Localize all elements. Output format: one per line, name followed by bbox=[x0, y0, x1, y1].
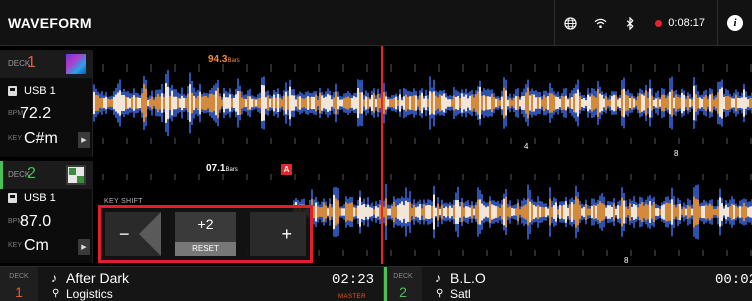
record-time: 0:08:17 bbox=[668, 17, 705, 29]
artist-icon: ⚲ bbox=[436, 288, 444, 299]
key-expand-button[interactable]: ▶ bbox=[78, 132, 90, 148]
key-expand-button[interactable]: ▶ bbox=[78, 239, 90, 255]
key-label: KEY bbox=[8, 242, 23, 249]
deck-2-header: DECK 2 bbox=[0, 161, 93, 189]
deck-2-bar-position: 07.1Bars bbox=[206, 163, 238, 174]
beat-number: 8 bbox=[624, 256, 629, 265]
globe-icon[interactable] bbox=[555, 0, 585, 46]
record-icon bbox=[655, 19, 663, 27]
album-art bbox=[66, 54, 86, 74]
key-shift-panel: − +2 RESET + bbox=[98, 205, 313, 263]
source-label: USB 1 bbox=[24, 192, 56, 204]
source-label: USB 1 bbox=[24, 85, 56, 97]
deck-2-panel[interactable]: DECK 2 USB 1 BPM 87.0 KEY Cm ▶ bbox=[0, 161, 93, 263]
master-badge: MASTER bbox=[337, 294, 366, 300]
beat-number: 4 bbox=[524, 142, 529, 151]
deck-tag: DECK 2 bbox=[384, 267, 422, 301]
key-value: Cm bbox=[24, 237, 49, 254]
album-art bbox=[66, 165, 86, 185]
active-indicator bbox=[0, 161, 3, 189]
arrow-right-icon: ▶ bbox=[81, 137, 87, 144]
wifi-icon bbox=[585, 0, 615, 46]
deck-1-bar-position: 94.3Bars bbox=[208, 54, 240, 65]
artist-icon: ⚲ bbox=[52, 288, 60, 299]
key-shift-label: KEY SHIFT bbox=[104, 198, 143, 205]
deck-2-now-playing[interactable]: DECK 2 ♪ B.L.O ⚲ Satl 00:02 bbox=[383, 267, 752, 301]
beat-number: 8 bbox=[674, 149, 679, 158]
track-time: 00:02 bbox=[714, 272, 752, 288]
status-area: 0:08:17 i bbox=[554, 0, 752, 46]
info-button[interactable]: i bbox=[718, 0, 752, 46]
track-title: After Dark bbox=[66, 270, 130, 286]
track-artist: Logistics bbox=[66, 287, 113, 301]
deck-1-panel[interactable]: DECK 1 USB 1 BPM 72.2 KEY C#m ▶ bbox=[0, 50, 93, 157]
arrow-left-icon bbox=[139, 212, 161, 256]
track-artist: Satl bbox=[450, 287, 471, 301]
music-note-icon: ♪ bbox=[51, 271, 57, 285]
deck-1-now-playing[interactable]: DECK 1 ♪ After Dark ⚲ Logistics 02:23 MA… bbox=[0, 267, 380, 301]
bpm-value: 72.2 bbox=[20, 105, 52, 122]
key-label: KEY bbox=[8, 135, 23, 142]
usb-icon bbox=[8, 193, 17, 203]
key-value: C#m bbox=[24, 130, 58, 147]
music-note-icon: ♪ bbox=[435, 271, 441, 285]
deck-tag: DECK 1 bbox=[0, 267, 38, 301]
source-row: USB 1 bbox=[8, 192, 56, 204]
arrow-right-icon: ▶ bbox=[81, 244, 87, 251]
key-shift-up-button[interactable]: + bbox=[250, 212, 306, 256]
key-shift-value-box: +2 RESET bbox=[175, 212, 236, 256]
usb-icon bbox=[8, 86, 17, 96]
deck-1-header: DECK 1 bbox=[0, 50, 93, 78]
bluetooth-icon bbox=[615, 0, 645, 46]
bpm-value: 87.0 bbox=[20, 213, 52, 230]
track-time: 02:23 bbox=[331, 272, 374, 288]
key-shift-reset-button[interactable]: RESET bbox=[175, 242, 236, 256]
now-playing-bar: DECK 1 ♪ After Dark ⚲ Logistics 02:23 MA… bbox=[0, 266, 752, 301]
screen-title: WAVEFORM bbox=[8, 15, 92, 31]
info-icon: i bbox=[727, 15, 743, 31]
top-bar: WAVEFORM 0:08:17 i bbox=[0, 0, 752, 46]
deck-number: 1 bbox=[27, 54, 36, 71]
key-shift-value: +2 bbox=[197, 216, 214, 232]
track-title: B.L.O bbox=[450, 270, 486, 286]
source-row: USB 1 bbox=[8, 85, 56, 97]
deck-number: 2 bbox=[27, 165, 36, 182]
hot-cue-a-flag[interactable]: A bbox=[281, 164, 292, 175]
